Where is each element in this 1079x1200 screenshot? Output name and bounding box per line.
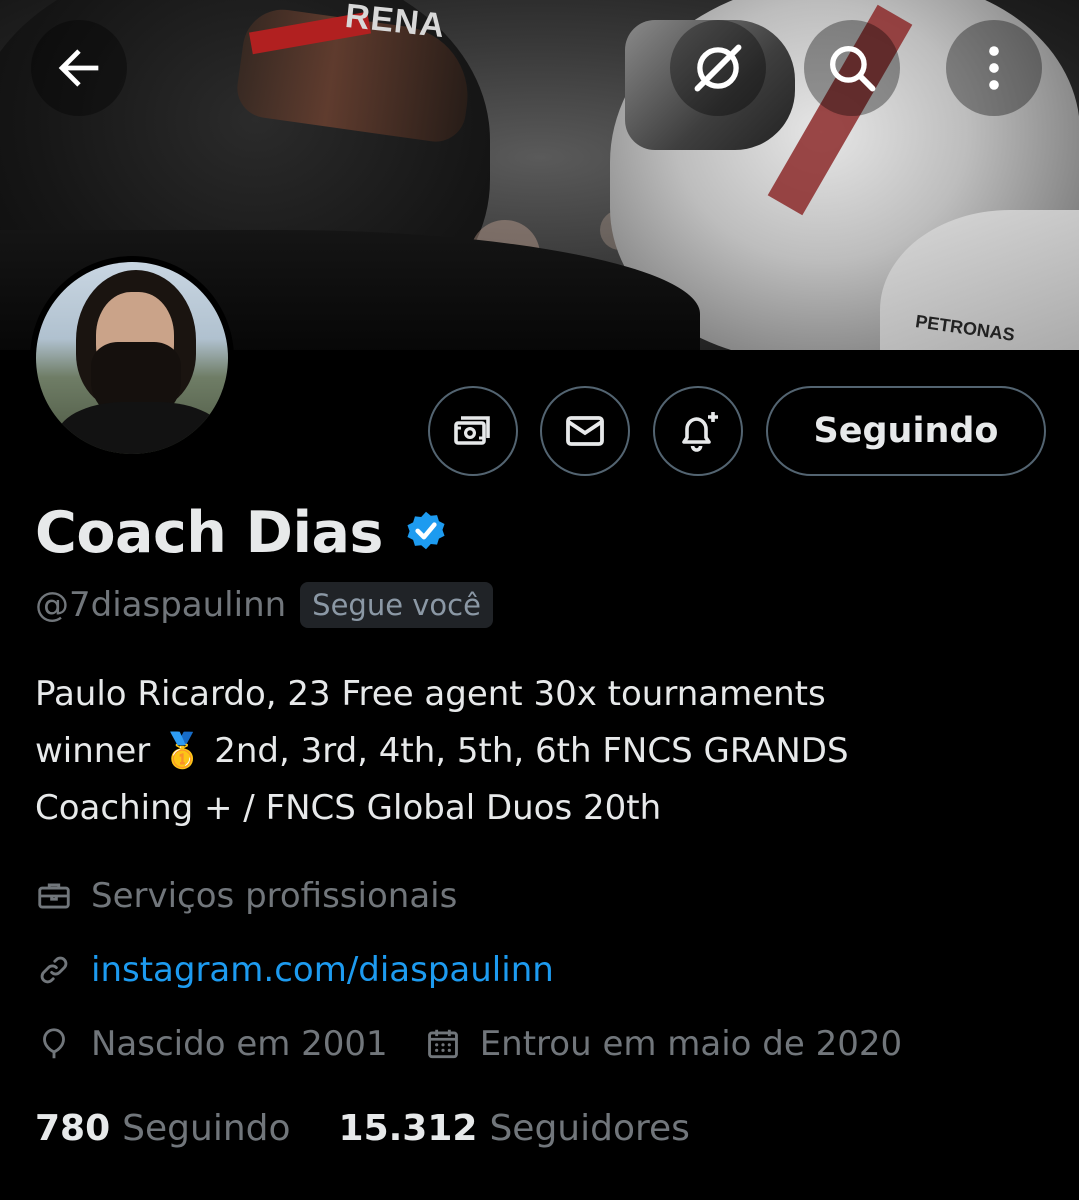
- calendar-icon: [427, 1029, 458, 1059]
- followers-stat[interactable]: 15.312 Seguidores: [339, 1108, 690, 1149]
- following-button[interactable]: Seguindo: [766, 386, 1046, 476]
- category-row: Serviços profissionais: [35, 876, 457, 916]
- profile-name: Coach Dias: [35, 500, 383, 566]
- message-button[interactable]: [540, 386, 630, 476]
- notify-button[interactable]: [653, 386, 743, 476]
- grok-button[interactable]: [670, 20, 766, 116]
- bio-line: Coaching + / FNCS Global Duos 20th: [35, 788, 662, 828]
- handle-row: @7diaspaulinn Segue você: [35, 582, 493, 628]
- profile-born: Nascido em 2001: [91, 1024, 388, 1064]
- arrow-left-icon: [58, 49, 99, 87]
- verified-badge-icon[interactable]: [401, 508, 451, 558]
- search-icon: [830, 46, 876, 92]
- envelope-icon: [566, 416, 604, 446]
- dates-row: Nascido em 2001 Entrou em maio de 2020: [35, 1024, 902, 1064]
- search-button[interactable]: [804, 20, 900, 116]
- link-row: instagram.com/diaspaulinn: [35, 950, 554, 990]
- avatar[interactable]: [30, 256, 234, 460]
- following-count: 780: [35, 1108, 111, 1149]
- money-icon: [454, 416, 490, 445]
- balloon-icon: [43, 1028, 65, 1059]
- avatar-body: [56, 402, 226, 454]
- following-stat[interactable]: 780 Seguindo: [35, 1108, 291, 1149]
- profile-category: Serviços profissionais: [91, 876, 458, 916]
- link-icon: [40, 956, 68, 984]
- bio-line: winner 🥇 2nd, 3rd, 4th, 5th, 6th FNCS GR…: [35, 731, 849, 771]
- profile-link[interactable]: instagram.com/diaspaulinn: [91, 950, 554, 990]
- name-row: Coach Dias: [35, 500, 451, 566]
- followers-label: Seguidores: [489, 1108, 690, 1149]
- more-button[interactable]: [946, 20, 1042, 116]
- avatar-photo: [36, 262, 228, 454]
- back-button[interactable]: [31, 20, 127, 116]
- more-vertical-icon: [989, 46, 999, 90]
- briefcase-icon: [38, 883, 70, 909]
- follows-you-badge: Segue você: [300, 582, 493, 628]
- stats-row: 780 Seguindo 15.312 Seguidores: [35, 1108, 690, 1149]
- following-label: Seguindo: [122, 1108, 291, 1149]
- grok-icon: [694, 44, 742, 92]
- followers-count: 15.312: [338, 1108, 478, 1149]
- profile-bio: Paulo Ricardo, 23 Free agent 30x tournam…: [35, 666, 1055, 837]
- profile-handle: @7diaspaulinn: [35, 585, 287, 625]
- bio-line: Paulo Ricardo, 23 Free agent 30x tournam…: [35, 674, 826, 714]
- bell-plus-icon: [682, 412, 718, 452]
- subscribe-button[interactable]: [428, 386, 518, 476]
- profile-joined: Entrou em maio de 2020: [479, 1024, 903, 1064]
